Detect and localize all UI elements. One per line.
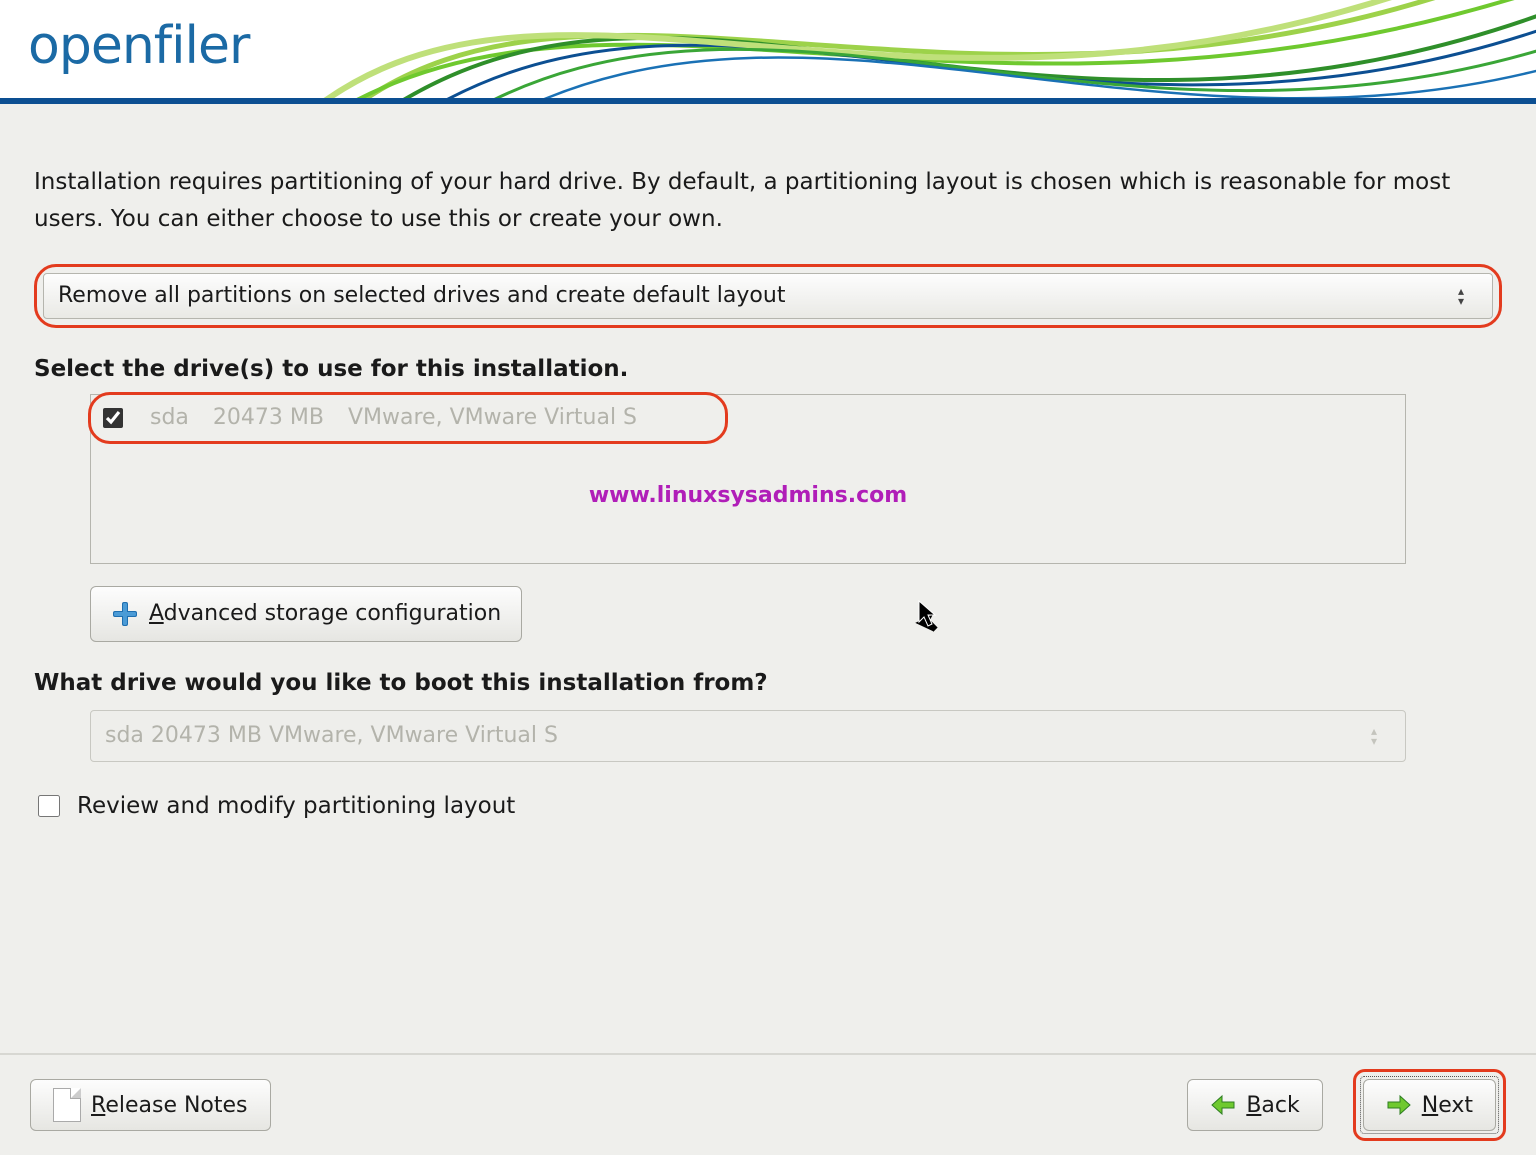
drive-row[interactable]: sda 20473 MB VMware, VMware Virtual S <box>99 401 715 435</box>
drive-row-highlight: sda 20473 MB VMware, VMware Virtual S <box>88 392 728 444</box>
review-partitioning-row[interactable]: Review and modify partitioning layout <box>34 792 1502 820</box>
combo-spinner-icon: ▴▾ <box>1444 286 1478 306</box>
partition-layout-combo[interactable]: Remove all partitions on selected drives… <box>43 273 1493 319</box>
next-button-highlight: Next <box>1353 1069 1506 1141</box>
boot-drive-selected: sda 20473 MB VMware, VMware Virtual S <box>105 723 1357 748</box>
boot-drive-combo[interactable]: sda 20473 MB VMware, VMware Virtual S ▴▾ <box>90 710 1406 762</box>
combo-spinner-icon: ▴▾ <box>1357 726 1391 746</box>
review-label: Review and modify partitioning layout <box>77 793 515 819</box>
partition-layout-highlight: Remove all partitions on selected drives… <box>34 264 1502 328</box>
review-checkbox[interactable] <box>38 795 60 817</box>
boot-drive-label: What drive would you like to boot this i… <box>34 670 1502 696</box>
partition-layout-selected: Remove all partitions on selected drives… <box>58 283 1444 308</box>
advanced-storage-button[interactable]: Advanced storage configuration <box>90 586 522 642</box>
advanced-storage-label: Advanced storage configuration <box>149 601 501 626</box>
back-label: Back <box>1246 1093 1299 1118</box>
header-banner: openfiler <box>0 0 1536 104</box>
drive-model: VMware, VMware Virtual S <box>348 405 637 430</box>
watermark-text: www.linuxsysadmins.com <box>589 483 907 508</box>
arrow-left-icon <box>1210 1094 1236 1116</box>
plus-icon <box>111 600 139 628</box>
drive-list: sda 20473 MB VMware, VMware Virtual S ww… <box>90 394 1406 564</box>
drive-name: sda <box>150 405 189 430</box>
drive-checkbox-sda[interactable] <box>103 408 123 428</box>
document-icon <box>53 1088 81 1122</box>
next-label: Next <box>1422 1093 1473 1118</box>
release-notes-label: Release Notes <box>91 1093 248 1118</box>
release-notes-button[interactable]: Release Notes <box>30 1079 271 1131</box>
drive-size: 20473 MB <box>213 405 324 430</box>
product-logo: openfiler <box>28 16 249 76</box>
arrow-right-icon <box>1386 1094 1412 1116</box>
drive-select-label: Select the drive(s) to use for this inst… <box>34 356 1502 382</box>
back-button[interactable]: Back <box>1187 1079 1322 1131</box>
footer-bar: Release Notes Back Next <box>0 1053 1536 1155</box>
next-button[interactable]: Next <box>1363 1079 1496 1131</box>
intro-text: Installation requires partitioning of yo… <box>34 164 1502 238</box>
